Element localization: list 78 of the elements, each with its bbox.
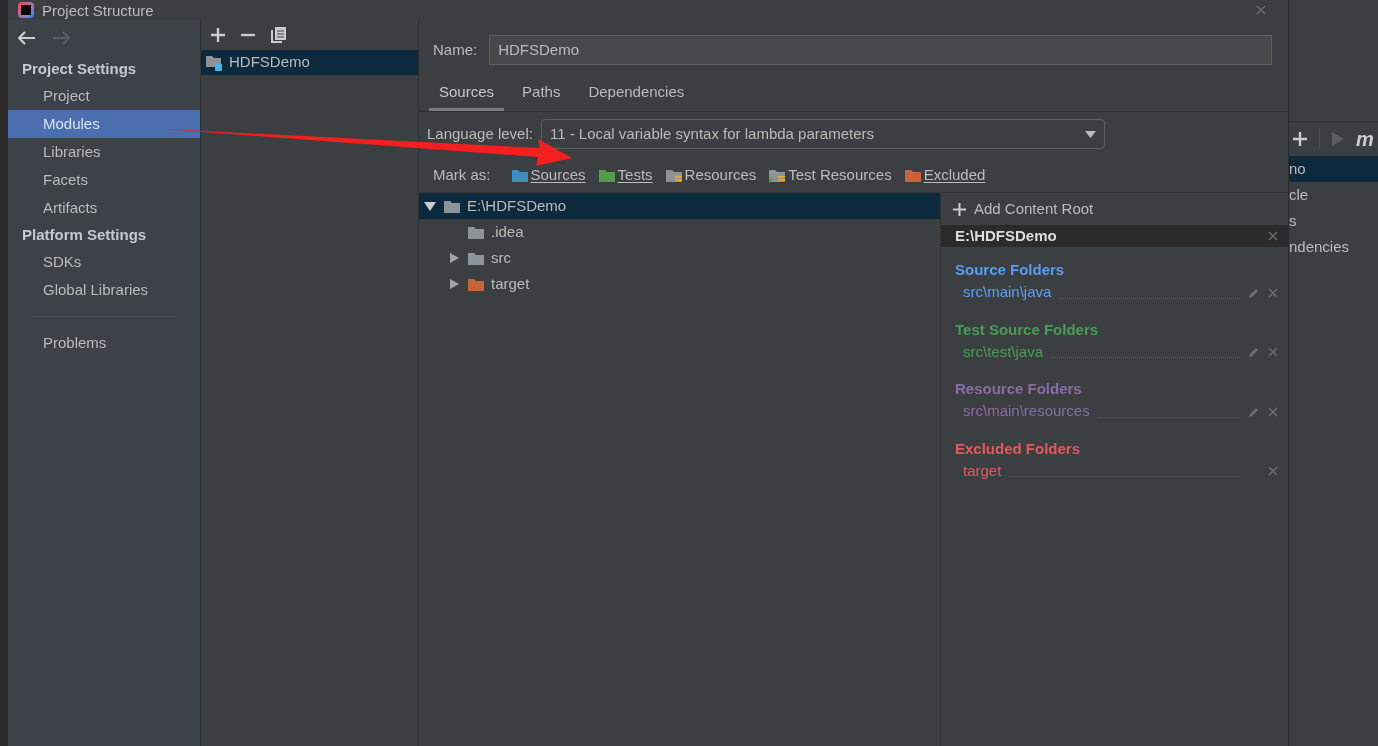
app-logo-icon — [18, 2, 34, 18]
folder-icon — [664, 167, 683, 183]
name-field[interactable]: HDFSDemo — [489, 35, 1272, 65]
section-heading: Project Settings — [21, 58, 138, 79]
tree-row[interactable]: E:\HDFSDemo — [419, 193, 940, 219]
folder-path[interactable]: target — [963, 459, 1002, 483]
folder-icon — [768, 167, 787, 183]
edit-pencil-icon[interactable] — [1248, 405, 1260, 418]
name-label: Name: — [433, 39, 478, 60]
play-icon[interactable] — [1332, 132, 1344, 146]
tree-label: E:\HDFSDemo — [467, 195, 567, 216]
tree-row[interactable]: target — [419, 271, 940, 297]
folder-icon — [903, 167, 922, 183]
mark-as-button[interactable]: Tests — [597, 163, 653, 187]
sidebar-item[interactable]: SDKs — [8, 248, 200, 276]
mark-as-button[interactable]: Sources — [510, 163, 586, 187]
module-item[interactable]: HDFSDemo — [201, 50, 418, 75]
tab[interactable]: Dependencies — [578, 77, 695, 111]
forward-arrow-icon[interactable] — [52, 31, 70, 45]
folder-group-heading: Source Folders — [954, 260, 1066, 280]
sidebar-item[interactable]: Modules — [8, 110, 200, 138]
mark-as-button[interactable]: Test Resources — [768, 163, 892, 187]
folder-group-heading: Resource Folders — [954, 379, 1083, 399]
remove-folder-icon[interactable] — [1268, 466, 1278, 476]
folder-icon — [467, 276, 485, 292]
collapsed-arrow-icon[interactable] — [447, 278, 461, 290]
folder-group-heading: Test Source Folders — [954, 319, 1100, 340]
list-item[interactable]: s — [1289, 208, 1378, 234]
tree-label: target — [491, 273, 530, 294]
module-folder-icon — [205, 54, 223, 71]
folder-path[interactable]: src\test\java — [963, 340, 1044, 364]
language-level-dropdown[interactable]: 11 - Local variable syntax for lambda parameters — [540, 119, 1105, 149]
edit-pencil-icon[interactable] — [1248, 286, 1260, 299]
remove-folder-icon[interactable] — [1268, 406, 1278, 417]
edit-pencil-icon[interactable] — [1248, 346, 1260, 358]
tree-row[interactable]: .idea — [419, 219, 940, 245]
mark-as-button[interactable]: Excluded — [903, 163, 986, 187]
sidebar-item[interactable]: Problems — [8, 329, 200, 357]
sidebar-item[interactable]: Global Libraries — [8, 276, 200, 304]
module-name: HDFSDemo — [229, 52, 310, 73]
section-heading: Platform Settings — [21, 224, 148, 245]
folder-icon — [443, 198, 461, 214]
sidebar-item[interactable]: Artifacts — [8, 194, 200, 222]
folder-icon — [467, 224, 485, 240]
tree-row[interactable]: src — [419, 245, 940, 271]
collapsed-arrow-icon[interactable] — [447, 252, 461, 264]
list-item[interactable]: ndencies — [1289, 234, 1378, 260]
window-title: Project Structure — [42, 2, 154, 18]
folder-group-heading: Excluded Folders — [954, 438, 1082, 459]
close-icon[interactable] — [1256, 5, 1266, 15]
remove-folder-icon[interactable] — [1268, 287, 1278, 298]
sidebar-item[interactable]: Facets — [8, 166, 200, 194]
tree-label: .idea — [491, 221, 524, 242]
mark-as-label: Mark as: — [433, 164, 491, 185]
folder-path[interactable]: src\main\java — [963, 281, 1052, 304]
toolbar-text: m — [1356, 127, 1374, 152]
tab[interactable]: Sources — [429, 77, 505, 111]
folder-icon — [597, 167, 616, 183]
tree-label: src — [491, 247, 511, 268]
close-icon[interactable] — [1268, 231, 1278, 241]
add-content-root-button[interactable]: Add Content Root — [941, 193, 1288, 225]
content-root-path: E:\HDFSDemo — [955, 225, 1057, 246]
list-item[interactable]: cle — [1289, 182, 1378, 208]
tab[interactable]: Paths — [512, 77, 571, 111]
dropdown-caret-icon — [1084, 130, 1096, 138]
add-icon[interactable] — [211, 28, 225, 42]
back-arrow-icon[interactable] — [18, 31, 36, 45]
mark-as-button[interactable]: Resources — [664, 163, 757, 187]
folder-icon — [467, 250, 485, 266]
add-icon[interactable] — [1293, 132, 1307, 146]
copy-icon[interactable] — [271, 27, 286, 43]
list-item[interactable]: no — [1289, 156, 1378, 182]
sidebar-item[interactable]: Project — [8, 82, 200, 110]
expanded-arrow-icon[interactable] — [423, 200, 437, 212]
remove-folder-icon[interactable] — [1268, 347, 1278, 357]
add-icon — [953, 202, 966, 216]
sidebar-item[interactable]: Libraries — [8, 138, 200, 166]
language-level-label: Language level: — [427, 123, 533, 144]
